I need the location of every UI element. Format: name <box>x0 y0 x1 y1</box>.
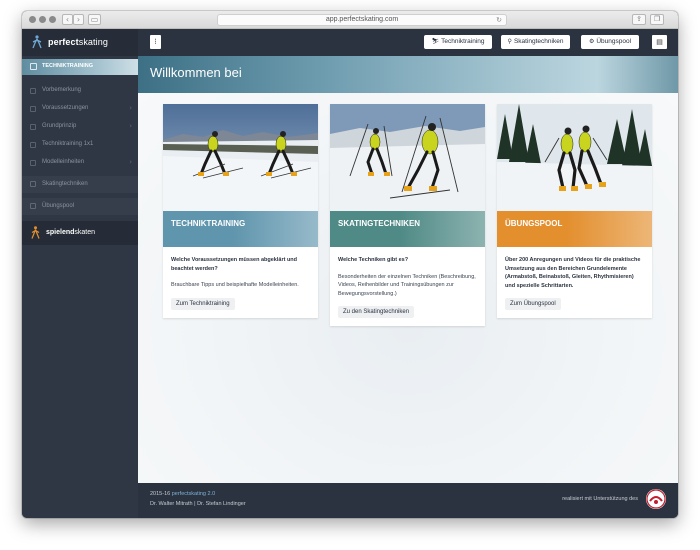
card-title: TECHNIKTRAINING <box>171 219 246 228</box>
card-photo-skatingtechniken <box>330 104 485 211</box>
chevron-right-icon: › <box>129 158 132 166</box>
main-content: TECHNIKTRAINING Welche Voraussetzungen m… <box>138 93 678 483</box>
card-banner: SKATINGTECHNIKEN <box>330 211 485 247</box>
card-body: Welche Techniken gibt es? Besonderheiten… <box>330 247 485 326</box>
sidebar-item-techniktraining[interactable]: TECHNIKTRAINING <box>22 59 138 75</box>
brand-name: perfectskating <box>48 37 108 47</box>
document-icon <box>30 124 36 130</box>
sponsor-logo[interactable] <box>646 489 666 509</box>
skis-icon <box>30 63 37 70</box>
info-panel-icon[interactable]: ▤ <box>652 35 667 49</box>
sidebar-item-skatingtechniken[interactable]: Skatingtechniken <box>22 176 138 193</box>
footer-credit: realisiert mit Unterstützung des <box>562 496 638 502</box>
sidebar-item-uebungspool[interactable]: Übungspool <box>22 198 138 215</box>
card-body: Welche Voraussetzungen müssen abgeklärt … <box>163 247 318 318</box>
document-icon <box>30 106 36 112</box>
card-cta-button[interactable]: Zu den Skatingtechniken <box>338 306 415 318</box>
page-footer: 2015-16 perfectskating 2.0 Dr. Walter Mi… <box>138 483 678 518</box>
footer-copyright: 2015-16 perfectskating 2.0 <box>150 491 216 497</box>
share-icon[interactable]: ⇪ <box>632 14 646 25</box>
skier-icon <box>30 181 36 187</box>
card-title: SKATINGTECHNIKEN <box>338 219 421 228</box>
card-cta-button[interactable]: Zum Übungspool <box>505 298 561 310</box>
sidebar-item-label: Vorbemerkung <box>42 87 82 93</box>
sidebar-item-grundprinzip[interactable]: Grundprinzip › <box>22 119 138 135</box>
sidebar-item-vorbemerkung[interactable]: Vorbemerkung <box>22 83 138 99</box>
header-button-skatingtechniken[interactable]: ⚲ Skatingtechniken <box>501 35 570 49</box>
skater-logo-icon <box>32 35 42 49</box>
back-arrow-icon[interactable]: ‹ <box>62 14 73 25</box>
card-techniktraining: TECHNIKTRAINING Welche Voraussetzungen m… <box>163 104 318 318</box>
brand-bar[interactable]: perfectskating <box>22 29 138 56</box>
sidebar-item-label: TECHNIKTRAINING <box>42 63 94 69</box>
sidebar-item-techniktraining-1x1[interactable]: Techniktraining 1x1 <box>22 137 138 153</box>
top-header: ⁝ ⛷ Techniktraining ⚲ Skatingtechniken ⚙ Üb… <box>138 29 678 56</box>
sidebar-item-label: Modelleinheiten <box>42 159 85 165</box>
card-banner: TECHNIKTRAINING <box>163 211 318 247</box>
sidebar-item-label: Skatingtechniken <box>42 181 88 187</box>
footer-authors: Dr. Walter Mitrath | Dr. Stefan Lindinge… <box>150 501 246 507</box>
address-bar[interactable]: app.perfectskating.com ↻ <box>217 14 507 26</box>
sidebar-item-label: Voraussetzungen <box>42 105 89 111</box>
sidebar-item-label: Übungspool <box>42 203 75 209</box>
gears-icon <box>30 203 36 209</box>
card-description: Brauchbare Tipps und beispielhafte Model… <box>171 282 299 288</box>
document-icon <box>30 142 36 148</box>
spielend-skaten-link[interactable]: spielendskaten <box>22 221 138 245</box>
header-button-techniktraining[interactable]: ⛷ Techniktraining <box>424 35 492 49</box>
page-title: Willkommen bei <box>150 65 242 80</box>
sidebar: perfectskating TECHNIKTRAINING Vorbemerk… <box>22 29 138 518</box>
browser-window: ‹ › ▭ app.perfectskating.com ↻ ⇪ ❐ perfe… <box>22 11 678 518</box>
sidebar-item-label: Techniktraining 1x1 <box>42 141 94 147</box>
sidebar-item-voraussetzungen[interactable]: Voraussetzungen › <box>22 101 138 117</box>
card-title: ÜBUNGSPOOL <box>505 219 563 228</box>
minimize-window-icon[interactable] <box>39 16 46 23</box>
sidebar-toggle-icon[interactable]: ▭ <box>88 14 101 25</box>
forward-arrow-icon[interactable]: › <box>73 14 84 25</box>
chevron-right-icon: › <box>129 104 132 112</box>
skis-icon: ⛷ <box>431 38 440 45</box>
card-skatingtechniken: SKATINGTECHNIKEN Welche Techniken gibt e… <box>330 104 485 326</box>
card-cta-button[interactable]: Zum Techniktraining <box>171 297 235 310</box>
gears-icon: ⚙ <box>588 38 595 45</box>
card-lead: Welche Voraussetzungen müssen abgeklärt … <box>171 257 298 272</box>
skater-orange-icon <box>31 226 40 239</box>
card-lead: Welche Techniken gibt es? <box>338 257 409 263</box>
card-lead: Über 200 Anregungen und Videos für die p… <box>505 257 641 289</box>
card-photo-techniktraining <box>163 104 318 211</box>
tabs-overview-icon[interactable]: ❐ <box>650 14 664 25</box>
sidebar-item-modelleinheiten[interactable]: Modelleinheiten › <box>22 155 138 171</box>
skier-icon: ⚲ <box>507 38 512 45</box>
reload-icon[interactable]: ↻ <box>496 15 502 25</box>
browser-toolbar: ‹ › ▭ app.perfectskating.com ↻ ⇪ ❐ <box>22 11 678 29</box>
url-text: app.perfectskating.com <box>325 16 399 23</box>
close-window-icon[interactable] <box>29 16 36 23</box>
header-button-uebungspool[interactable]: ⚙ Übungspool <box>581 35 639 49</box>
card-photo-uebungspool <box>497 104 652 211</box>
card-banner: ÜBUNGSPOOL <box>497 211 652 247</box>
footer-product-link[interactable]: perfectskating 2.0 <box>172 491 215 497</box>
menu-toggle-icon[interactable]: ⁝ <box>150 35 161 49</box>
card-description: Besonderheiten der einzelnen Techniken (… <box>338 273 476 297</box>
chevron-right-icon: › <box>129 122 132 130</box>
sidebar-item-label: Grundprinzip <box>42 123 77 129</box>
document-icon <box>30 160 36 166</box>
hero-banner: Willkommen bei <box>138 56 678 93</box>
document-icon <box>30 88 36 94</box>
card-uebungspool: ÜBUNGSPOOL Über 200 Anregungen und Video… <box>497 104 652 318</box>
spielend-skaten-label: spielendskaten <box>46 229 96 236</box>
maximize-window-icon[interactable] <box>49 16 56 23</box>
card-body: Über 200 Anregungen und Videos für die p… <box>497 247 652 318</box>
